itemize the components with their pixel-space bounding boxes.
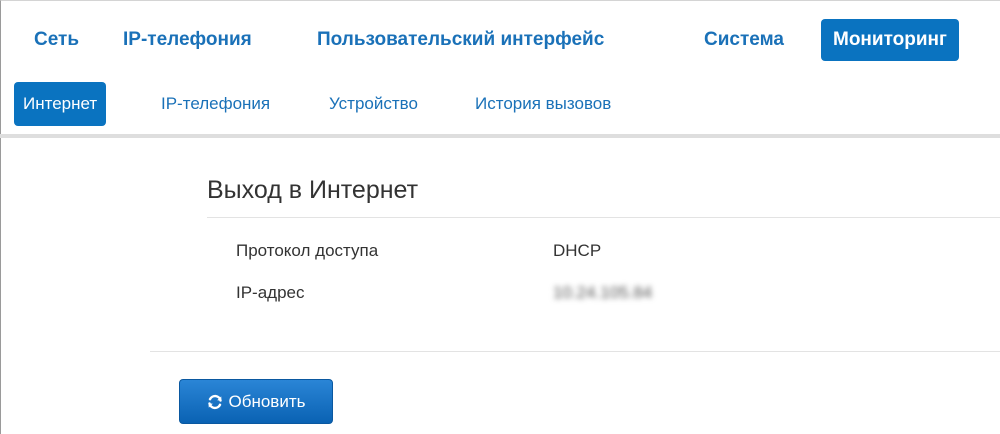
subnav-item-call-history[interactable]: История вызовов — [475, 82, 611, 126]
content-divider — [150, 351, 1000, 352]
sub-navigation: Интернет IP-телефония Устройство История… — [0, 82, 1000, 130]
topnav-item-monitoring[interactable]: Мониторинг — [821, 19, 959, 61]
topnav-item-user-interface[interactable]: Пользовательский интерфейс — [317, 19, 604, 61]
subnav-item-internet[interactable]: Интернет — [14, 82, 107, 126]
subnav-divider — [0, 134, 1000, 138]
ip-address-value: 10.24.105.84 — [553, 283, 653, 302]
access-protocol-label: Протокол доступа — [236, 241, 379, 260]
top-navigation: Сеть IP-телефония Пользовательский интер… — [0, 0, 1000, 62]
topnav-item-network[interactable]: Сеть — [34, 19, 79, 61]
access-protocol-value: DHCP — [553, 241, 602, 260]
subnav-item-device[interactable]: Устройство — [329, 82, 418, 126]
refresh-button-label: Обновить — [228, 391, 306, 411]
refresh-button[interactable]: Обновить — [179, 379, 333, 424]
section-title: Выход в Интернет — [207, 176, 419, 204]
title-divider — [207, 217, 1000, 218]
topnav-item-ip-telephony[interactable]: IP-телефония — [123, 19, 252, 61]
topnav-item-system[interactable]: Система — [704, 19, 784, 61]
refresh-icon — [207, 394, 222, 409]
ip-address-label: IP-адрес — [236, 283, 305, 302]
subnav-item-ip-telephony[interactable]: IP-телефония — [161, 82, 270, 126]
